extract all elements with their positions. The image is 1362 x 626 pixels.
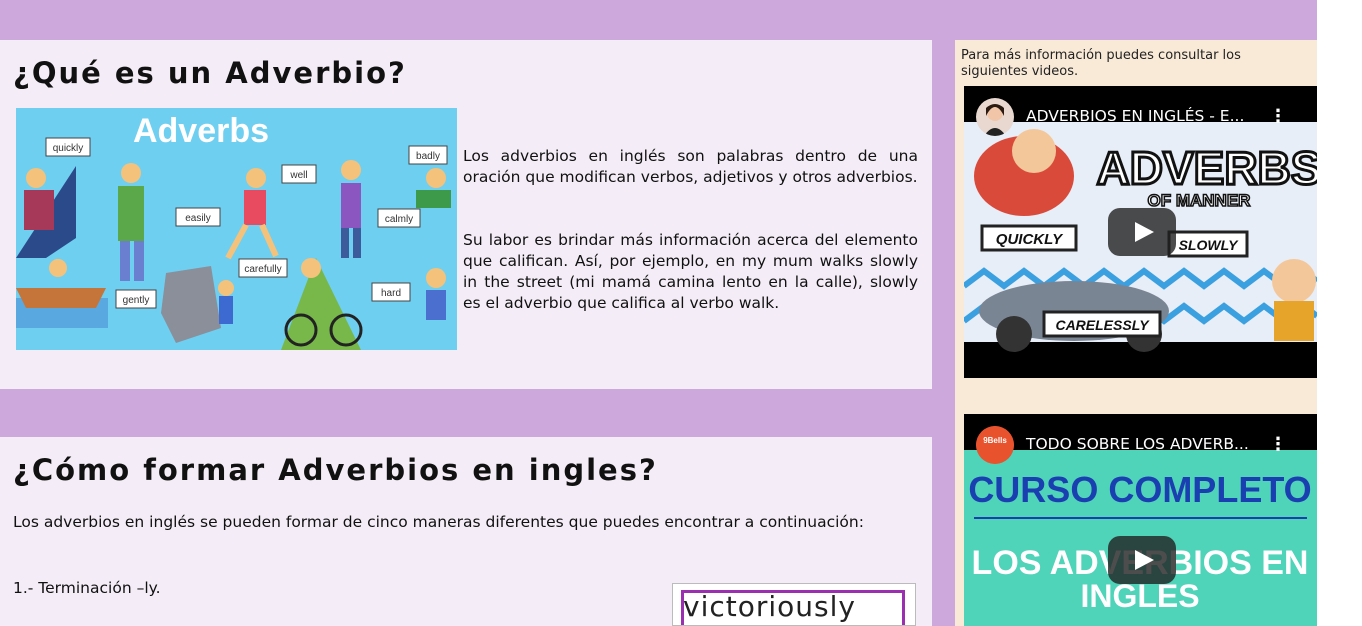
thumb-curso-completo: CURSO COMPLETO xyxy=(968,469,1311,510)
thumb-slowly: SLOWLY xyxy=(1179,237,1240,253)
label-hard: hard xyxy=(381,288,401,299)
play-button[interactable] xyxy=(1108,536,1176,584)
video-sidebar: Para más información puedes consultar lo… xyxy=(955,40,1317,626)
definition-paragraph: Los adverbios en inglés son palabras den… xyxy=(463,147,918,186)
video-title[interactable]: TODO SOBRE LOS ADVERB... xyxy=(1026,435,1249,453)
intro-paragraph: Los adverbios en inglés se pueden formar… xyxy=(13,513,864,531)
thumb-adverbs: ADVERBS xyxy=(1097,142,1317,194)
example-paragraph: Su labor es brindar más información acer… xyxy=(463,231,918,312)
label-badly: badly xyxy=(416,151,440,162)
page: ¿Qué es un Adverbio? Adverbs quickly bad… xyxy=(0,0,1362,626)
label-gently: gently xyxy=(123,295,150,306)
image-word: victoriously xyxy=(683,590,856,623)
adverbs-illustration: Adverbs quickly badly well easily calmly… xyxy=(16,108,457,350)
thumb-quickly: QUICKLY xyxy=(996,231,1064,248)
section-how-to-form: ¿Cómo formar Adverbios en ingles? Los ad… xyxy=(0,437,932,626)
victoriously-image: victoriously xyxy=(672,583,916,626)
channel-avatar[interactable]: 9Bells xyxy=(976,426,1014,464)
sidebar-intro: Para más información puedes consultar lo… xyxy=(961,48,1241,79)
video-title[interactable]: ADVERBIOS EN INGLÉS - E... xyxy=(1026,107,1244,125)
label-quickly: quickly xyxy=(53,143,84,154)
more-options-icon[interactable]: ⋮ xyxy=(1269,434,1287,455)
label-calmly: calmly xyxy=(385,214,413,225)
channel-badge-text: 9Bells xyxy=(983,436,1007,445)
label-easily: easily xyxy=(185,213,211,224)
thumb-carelessly: CARELESSLY xyxy=(1055,317,1150,333)
more-options-icon[interactable]: ⋮ xyxy=(1269,106,1287,127)
hero-heading: Adverbs xyxy=(133,112,269,150)
video-player-adverbs-of-manner[interactable]: QUICKLY ADVERBS OF MANNER SLOWLY CARELES… xyxy=(964,86,1317,378)
section-title: ¿Qué es un Adverbio? xyxy=(13,56,407,90)
section-what-is-adverb: ¿Qué es un Adverbio? Adverbs quickly bad… xyxy=(0,40,932,389)
label-well: well xyxy=(289,170,307,181)
video-player-todo-sobre-adverbios[interactable]: CURSO COMPLETO LOS ADVERBIOS EN INGLES 9… xyxy=(964,414,1317,626)
section-title: ¿Cómo formar Adverbios en ingles? xyxy=(13,453,658,487)
play-button[interactable] xyxy=(1108,208,1176,256)
label-carefully: carefully xyxy=(244,264,281,275)
list-item-ly: 1.- Terminación –ly. xyxy=(13,579,161,597)
channel-avatar[interactable] xyxy=(976,98,1014,136)
